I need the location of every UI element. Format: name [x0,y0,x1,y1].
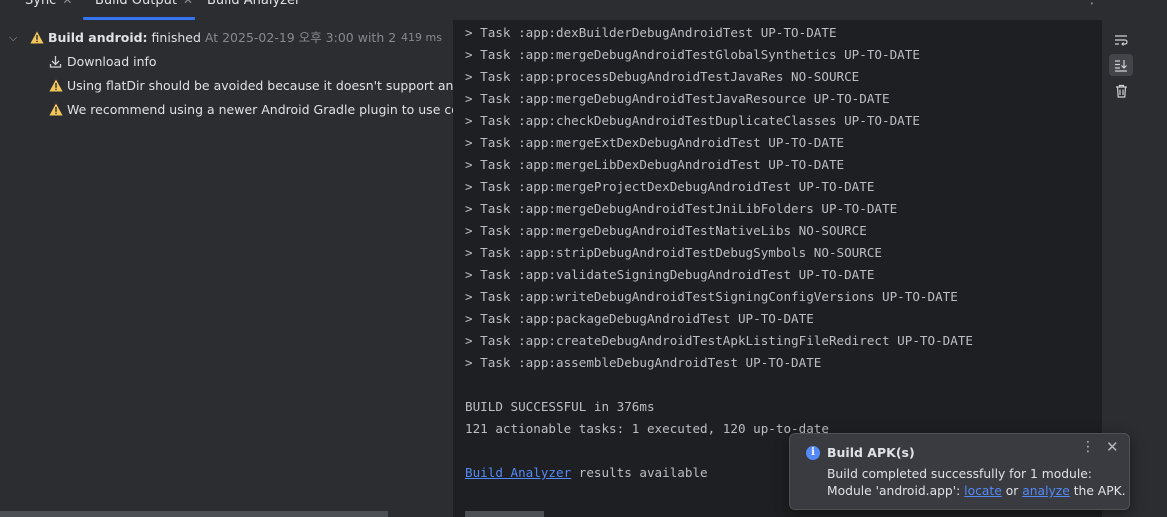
info-icon: i [806,446,820,460]
warning-icon [49,79,63,92]
close-icon[interactable]: ✕ [183,0,193,7]
console-line: > Task :app:checkDebugAndroidTestDuplica… [465,113,920,128]
tab-build-output[interactable]: Build Output ✕ [95,0,193,15]
warning-message: We recommend using a newer Android Gradl… [67,102,453,117]
console-line: > Task :app:stripDebugAndroidTestDebugSy… [465,245,883,260]
download-info-label: Download info [67,54,157,69]
trash-icon[interactable] [1109,80,1133,102]
close-icon[interactable]: ✕ [1106,438,1119,456]
console-line: > Task :app:mergeExtDexDebugAndroidTest … [465,135,845,150]
tab-sync[interactable]: Sync ✕ [25,0,72,15]
more-options-icon[interactable]: ⋮ [1085,0,1099,7]
tree-row-download-info[interactable]: Download info [0,51,453,73]
console-line: > Task :app:mergeLibDexDebugAndroidTest … [465,157,845,172]
analyze-link[interactable]: analyze [1022,484,1070,498]
scroll-to-end-icon[interactable] [1109,54,1133,76]
build-root-text: Build android: finished At 2025-02-19 오후… [48,27,442,49]
console-line: > Task :app:mergeDebugAndroidTestJavaRes… [465,91,890,106]
console-line: > Task :app:mergeProjectDexDebugAndroidT… [465,179,875,194]
console-line: > Task :app:dexBuilderDebugAndroidTest U… [465,25,837,40]
tree-row-warning[interactable]: We recommend using a newer Android Gradl… [0,99,453,121]
build-analyzer-link[interactable]: Build Analyzer [465,465,571,480]
warning-icon [49,103,63,116]
warning-icon [30,31,44,44]
build-tree-panel: ⌵ Build android: finished At 2025-02-19 … [0,20,453,517]
tab-sync-label: Sync [25,0,57,8]
more-options-icon[interactable]: ⋮ [1081,439,1095,455]
console-line: > Task :app:mergeDebugAndroidTestJniLibF… [465,201,898,216]
build-root-title: Build android: [48,30,148,45]
console-line: > Task :app:assembleDebugAndroidTest UP-… [465,355,822,370]
console-line: 121 actionable tasks: 1 executed, 120 up… [465,421,829,436]
notification-or-text: or [1001,484,1023,498]
console-line: > Task :app:validateSigningDebugAndroidT… [465,267,875,282]
close-icon[interactable]: ✕ [62,0,72,7]
horizontal-scrollbar[interactable] [0,511,388,517]
tab-build-output-label: Build Output [95,0,177,8]
warning-message: Using flatDir should be avoided because … [67,78,453,93]
console-line: BUILD SUCCESSFUL in 376ms [465,399,655,414]
notification-suffix-text: the APK. [1069,484,1126,498]
console-line: > Task :app:mergeDebugAndroidTestGlobalS… [465,47,920,62]
notification-module-text: Module 'android.app': [827,484,965,498]
notification-actions-line: Module 'android.app': locate or analyze … [827,484,1126,498]
console-line: > Task :app:mergeDebugAndroidTestNativeL… [465,223,867,238]
build-root-status: finished [151,30,201,45]
notification-title: Build APK(s) [827,445,915,460]
console-line: > Task :app:createDebugAndroidTestApkLis… [465,333,973,348]
console-line: > Task :app:processDebugAndroidTestJavaR… [465,69,860,84]
notification-body: Build completed successfully for 1 modul… [827,467,1092,481]
tree-row-build-root[interactable]: ⌵ Build android: finished At 2025-02-19 … [0,27,453,49]
tab-build-analyzer-label: Build Analyzer [207,0,301,8]
console-line: > Task :app:packageDebugAndroidTest UP-T… [465,311,814,326]
build-duration: 419 ms [399,27,442,49]
locate-link[interactable]: locate [964,484,1002,498]
soft-wrap-icon[interactable] [1109,29,1133,51]
console-line: > Task :app:writeDebugAndroidTestSigning… [465,289,958,304]
tree-row-warning[interactable]: Using flatDir should be avoided because … [0,75,453,97]
tool-window-tab-strip: Sync ✕ Build Output ✕ Build Analyzer ⋮ [0,0,1167,20]
build-notification[interactable]: i Build APK(s) Build completed successfu… [789,433,1130,510]
console-line-analyzer: Build Analyzer results available [465,462,708,484]
chevron-down-icon[interactable]: ⌵ [9,27,17,49]
analyzer-suffix: results available [571,465,708,480]
tab-build-analyzer[interactable]: Build Analyzer [207,0,300,15]
horizontal-scrollbar[interactable] [465,511,544,517]
